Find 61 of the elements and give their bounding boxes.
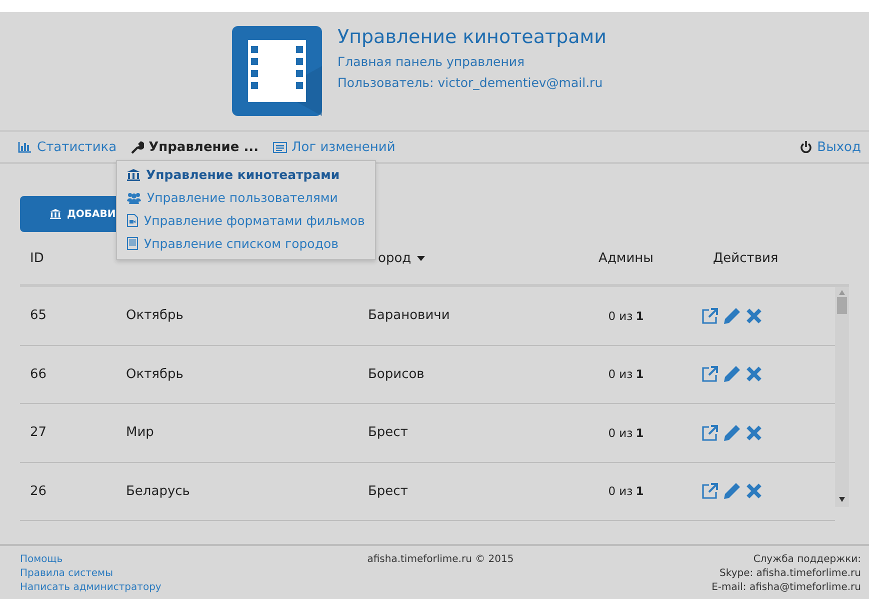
table-cell-text: Барановичи xyxy=(367,308,451,324)
video-file-icon xyxy=(127,214,138,227)
users-icon xyxy=(127,192,141,204)
support-text: E-mail: afisha@timeforlime.ru xyxy=(712,582,861,593)
support-text: Служба поддержки: xyxy=(753,554,861,565)
list-icon xyxy=(272,142,287,152)
table-cell-text: 0 из 1 xyxy=(607,426,645,440)
open-button[interactable] xyxy=(701,482,719,500)
power-icon xyxy=(800,141,812,153)
open-button[interactable] xyxy=(701,424,719,442)
edit-button[interactable] xyxy=(723,424,741,442)
column-header: Админы xyxy=(598,250,654,266)
building-icon xyxy=(127,168,140,180)
delete-button[interactable] xyxy=(745,424,763,442)
column-header: ID xyxy=(29,250,45,266)
open-button[interactable] xyxy=(701,365,719,384)
open-button[interactable] xyxy=(701,306,719,325)
delete-button[interactable] xyxy=(745,365,763,384)
document-icon xyxy=(127,237,138,250)
user-email: Пользователь: victor_dementiev@mail.ru xyxy=(338,75,604,90)
nav-link[interactable]: Лог изменений xyxy=(272,140,396,154)
edit-button[interactable] xyxy=(723,306,741,325)
table-cell-text: 26 xyxy=(29,484,48,499)
table-cell-text: Брест xyxy=(367,425,409,440)
footer-link[interactable]: Правила системы xyxy=(20,568,113,579)
scroll-thumb[interactable] xyxy=(837,297,847,314)
column-header: Действия xyxy=(712,250,780,266)
menu-item[interactable]: Управление кинотеатрами xyxy=(117,163,375,186)
wrench-icon xyxy=(130,140,144,154)
table-cell-text: 0 из 1 xyxy=(607,484,645,498)
table-cell-text: Беларусь xyxy=(125,484,191,499)
edit-button[interactable] xyxy=(723,482,741,500)
table-cell-text: Октябрь xyxy=(125,308,184,324)
table-cell-text: Борисов xyxy=(367,366,426,382)
scroll-down-icon[interactable] xyxy=(839,497,845,502)
logout-link[interactable]: Выход xyxy=(800,140,861,154)
table-cell-text: Мир xyxy=(125,425,155,440)
table-cell-text: Октябрь xyxy=(125,366,184,382)
table-cell-text: Брест xyxy=(367,484,409,499)
sort-caret-icon xyxy=(417,256,426,260)
page-title: Управление кинотеатрами xyxy=(338,26,608,48)
copyright-text: afisha.timeforlime.ru © 2015 xyxy=(367,554,514,565)
delete-button[interactable] xyxy=(745,306,763,325)
scrollbar[interactable] xyxy=(835,287,849,507)
scroll-up-icon[interactable] xyxy=(839,290,845,295)
building-icon xyxy=(50,209,61,219)
film-logo-icon xyxy=(232,26,322,116)
nav-link[interactable]: Управление ... xyxy=(130,140,259,154)
nav-link[interactable]: Статистика xyxy=(18,140,117,154)
page-subtitle: Главная панель управления xyxy=(338,54,526,69)
footer-link[interactable]: Помощь xyxy=(20,554,63,565)
table-cell-text: 0 из 1 xyxy=(607,308,645,323)
table-cell-text: 0 из 1 xyxy=(607,367,645,382)
delete-button[interactable] xyxy=(745,482,763,500)
table-cell-text: 66 xyxy=(29,366,48,382)
support-text: Skype: afisha.timeforlime.ru xyxy=(720,568,861,579)
table-cell-text: 27 xyxy=(29,425,48,440)
table-cell-text: 65 xyxy=(29,308,48,324)
footer-link[interactable]: Написать администратору xyxy=(20,582,162,593)
bar-chart-icon xyxy=(18,141,32,153)
edit-button[interactable] xyxy=(723,365,741,384)
